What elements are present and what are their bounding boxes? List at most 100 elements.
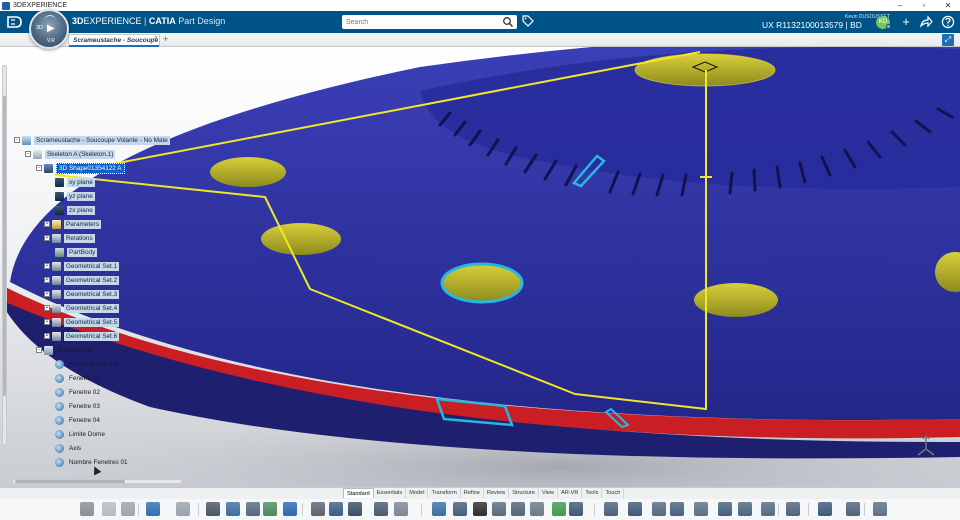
window-hole-1[interactable] <box>210 157 286 187</box>
measure-icon[interactable] <box>374 502 388 516</box>
table-icon[interactable] <box>246 502 260 516</box>
green-node-icon[interactable] <box>552 502 566 516</box>
tab-transform[interactable]: Transform <box>428 488 461 498</box>
expand-icon[interactable]: + <box>44 305 50 311</box>
tree-horizontal-scrollbar[interactable] <box>12 479 182 484</box>
scrollbar-thumb[interactable] <box>15 480 125 483</box>
tree-node-geometrical-set-3[interactable]: + Geometrical Set.3 <box>44 289 120 299</box>
collapse-icon[interactable]: − <box>25 151 31 157</box>
tab-ar-vr[interactable]: AR-VR <box>558 488 583 498</box>
tab-scrameustache-soucoupe[interactable]: Scrameustache - Soucoupe <box>68 34 160 47</box>
scrollbar-thumb[interactable] <box>3 96 6 396</box>
tree-node-xy-plane[interactable]: xy plane <box>55 177 95 187</box>
tree-node-publication-7[interactable]: Axis <box>55 443 83 453</box>
tree-vertical-scrollbar[interactable] <box>2 65 7 445</box>
tree-node-parameters[interactable]: + Parameters <box>44 219 102 229</box>
ds-logo-icon[interactable] <box>6 14 24 30</box>
tree-node-partbody[interactable]: PartBody <box>55 247 98 257</box>
select-icon[interactable] <box>226 502 240 516</box>
tab-structure[interactable]: Structure <box>509 488 539 498</box>
collapse-icon[interactable]: − <box>14 137 20 143</box>
tab-model[interactable]: Model <box>406 488 429 498</box>
favorite-icon[interactable] <box>283 502 297 516</box>
tree-node-geometrical-set-5[interactable]: + Geometrical Set.5 <box>44 317 120 327</box>
expand-icon[interactable]: + <box>44 263 50 269</box>
maximize-button[interactable]: ▫ <box>912 1 936 10</box>
tree-node-publication-2[interactable]: Fenetre 01 <box>55 373 102 383</box>
expand-icon[interactable]: + <box>44 221 50 227</box>
3d-viewport[interactable]: − Scrameustache - Soucoupe Volante - No … <box>0 47 960 487</box>
assembly-icon[interactable] <box>818 502 832 516</box>
insert-icon[interactable] <box>263 502 277 516</box>
close-window-button[interactable]: ✕ <box>936 1 960 10</box>
share-icon[interactable] <box>919 15 933 29</box>
shading-icon[interactable] <box>394 502 408 516</box>
fullscreen-icon[interactable]: ⤢ <box>942 34 954 46</box>
tab-tools[interactable]: Tools <box>582 488 603 498</box>
collapse-icon[interactable]: − <box>36 165 42 171</box>
search-input[interactable] <box>342 15 500 29</box>
tree-node-publication-3[interactable]: Fenetre 02 <box>55 387 102 397</box>
redo-icon[interactable] <box>176 502 190 516</box>
tab-refine[interactable]: Refine <box>461 488 484 498</box>
tree-node-geometrical-set-2[interactable]: + Geometrical Set.2 <box>44 275 120 285</box>
frame-icon[interactable] <box>604 502 618 516</box>
play-icon[interactable]: ▶ <box>47 23 55 34</box>
tag-icon[interactable] <box>522 15 534 28</box>
options-icon[interactable] <box>873 502 887 516</box>
tree-node-relations[interactable]: + Relations <box>44 233 95 243</box>
pattern-icon[interactable] <box>652 502 666 516</box>
robot-axis-icon[interactable] <box>915 435 937 459</box>
tab-view[interactable]: View <box>539 488 558 498</box>
add-icon[interactable]: + <box>899 15 913 29</box>
tree-node-publication-6[interactable]: Limite Dome <box>55 429 107 439</box>
copy-icon[interactable] <box>102 502 116 516</box>
expand-icon[interactable]: + <box>44 319 50 325</box>
tree-node-geometrical-set-4[interactable]: + Geometrical Set.4 <box>44 303 120 313</box>
minimize-button[interactable]: – <box>888 1 912 10</box>
tab-touch[interactable]: Touch <box>602 488 625 498</box>
tab-review[interactable]: Review <box>484 488 510 498</box>
add-tab-button[interactable]: + <box>163 34 168 44</box>
curve-icon[interactable] <box>492 502 506 516</box>
tab-standard[interactable]: Standard <box>343 488 374 498</box>
camera-icon[interactable] <box>628 502 642 516</box>
tree-node-root[interactable]: − Scrameustache - Soucoupe Volante - No … <box>14 135 170 145</box>
tree-node-geometrical-set-1[interactable]: + Geometrical Set.1 <box>44 261 120 271</box>
body-icon[interactable] <box>453 502 467 516</box>
compass-widget[interactable]: 3D ▶ V.R <box>29 9 69 49</box>
tree-node-publications[interactable]: − Publications <box>36 345 94 355</box>
tree-node-publication-1[interactable]: Forme Soucoupe <box>55 359 120 369</box>
tab-essentials[interactable]: Essentials <box>374 488 407 498</box>
car-icon[interactable] <box>206 502 220 516</box>
link-icon[interactable] <box>670 502 684 516</box>
compare-icon[interactable] <box>694 502 708 516</box>
tree-node-publication-4[interactable]: Fenetre 03 <box>55 401 102 411</box>
tree-node-zx-plane[interactable]: zx plane <box>55 205 95 215</box>
tree-node-yz-plane[interactable]: yz plane <box>55 191 95 201</box>
structure-icon[interactable] <box>348 502 362 516</box>
cut-icon[interactable] <box>80 502 94 516</box>
tenant-selector[interactable]: UX R1132100013579 | BD <box>762 20 862 30</box>
settings-icon[interactable] <box>846 502 860 516</box>
undo-icon[interactable] <box>146 502 160 516</box>
expand-icon[interactable]: + <box>44 291 50 297</box>
search-icon[interactable] <box>502 16 514 28</box>
filter-icon[interactable] <box>718 502 732 516</box>
expand-icon[interactable]: + <box>44 235 50 241</box>
formula-icon[interactable] <box>473 502 487 516</box>
tree-icon[interactable] <box>329 502 343 516</box>
collapse-icon[interactable]: − <box>36 347 42 353</box>
sketch-icon[interactable] <box>432 502 446 516</box>
robot-icon[interactable] <box>786 502 800 516</box>
tree-node-skeleton[interactable]: − Skeleton A (Skeleton.1) <box>25 149 116 159</box>
expand-icon[interactable]: + <box>44 277 50 283</box>
plug-icon[interactable] <box>530 502 544 516</box>
tree-node-3d-shape[interactable]: − 3D Shape01354122 A <box>36 162 125 174</box>
paste-icon[interactable] <box>121 502 135 516</box>
close-icon[interactable]: × <box>154 35 158 42</box>
expand-icon[interactable]: + <box>44 333 50 339</box>
tree-node-publication-8[interactable]: Nombre Fenetres 01 <box>55 457 130 467</box>
cube-icon[interactable] <box>569 502 583 516</box>
tree-node-publication-5[interactable]: Fenetre 04 <box>55 415 102 425</box>
